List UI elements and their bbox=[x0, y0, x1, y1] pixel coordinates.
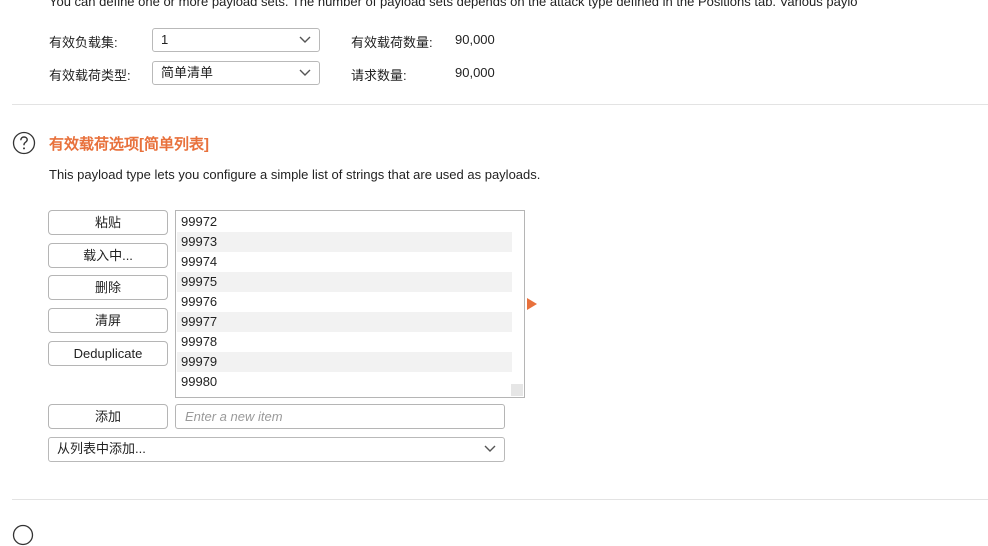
request-count-label: 请求数量: bbox=[351, 68, 407, 83]
paste-button[interactable]: 粘贴 bbox=[48, 210, 168, 235]
help-icon[interactable] bbox=[12, 524, 34, 546]
payload-type-value: 简单清单 bbox=[161, 65, 214, 80]
clear-button[interactable]: 清屏 bbox=[48, 308, 168, 333]
payload-count-label: 有效载荷数量: bbox=[351, 35, 433, 50]
section-title: 有效载荷选项[简单列表] bbox=[49, 136, 209, 153]
new-item-input[interactable] bbox=[175, 404, 505, 429]
scrollbar-corner[interactable] bbox=[511, 384, 523, 396]
payload-set-select[interactable]: 1 bbox=[152, 28, 320, 52]
list-item[interactable]: 99972 bbox=[177, 212, 512, 232]
chevron-down-icon bbox=[299, 69, 311, 76]
add-button[interactable]: 添加 bbox=[48, 404, 168, 429]
list-item[interactable]: 99973 bbox=[177, 232, 512, 252]
section-divider bbox=[12, 104, 988, 105]
list-item[interactable]: 99974 bbox=[177, 252, 512, 272]
payload-type-select[interactable]: 简单清单 bbox=[152, 61, 320, 85]
list-item[interactable]: 99980 bbox=[177, 372, 512, 392]
payload-set-value: 1 bbox=[161, 32, 169, 47]
add-from-list-value: 从列表中添加... bbox=[57, 441, 146, 456]
remove-button[interactable]: 删除 bbox=[48, 275, 168, 300]
load-button[interactable]: 载入中... bbox=[48, 243, 168, 268]
payload-set-label: 有效负载集: bbox=[49, 35, 118, 50]
list-item[interactable]: 99976 bbox=[177, 292, 512, 312]
chevron-down-icon bbox=[299, 36, 311, 43]
chevron-down-icon bbox=[484, 445, 496, 452]
list-item[interactable]: 99978 bbox=[177, 332, 512, 352]
list-item[interactable]: 99979 bbox=[177, 352, 512, 372]
section-divider bbox=[12, 499, 988, 500]
payload-sets-description: You can define one or more payload sets.… bbox=[49, 0, 858, 9]
request-count-value: 90,000 bbox=[455, 65, 495, 80]
add-from-list-select[interactable]: 从列表中添加... bbox=[48, 437, 505, 462]
section-description: This payload type lets you configure a s… bbox=[49, 167, 541, 182]
payload-count-value: 90,000 bbox=[455, 32, 495, 47]
list-item[interactable]: 99975 bbox=[177, 272, 512, 292]
payload-type-label: 有效载荷类型: bbox=[49, 68, 131, 83]
deduplicate-button[interactable]: Deduplicate bbox=[48, 341, 168, 366]
list-item[interactable]: 99977 bbox=[177, 312, 512, 332]
help-icon[interactable] bbox=[12, 131, 36, 155]
arrow-right-icon bbox=[527, 298, 537, 310]
payload-list[interactable]: 99972 99973 99974 99975 99976 99977 9997… bbox=[175, 210, 525, 398]
